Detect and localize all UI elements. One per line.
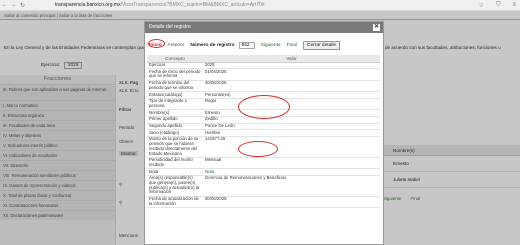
valor-cell: Ponce De León <box>203 123 380 131</box>
next-record-link[interactable]: Siguiente <box>261 43 281 48</box>
forward-icon[interactable]: → <box>9 2 18 8</box>
close-icon[interactable]: ✕ <box>373 24 380 31</box>
col-header-valor: Valor <box>203 55 380 63</box>
annotation-circle <box>238 141 278 157</box>
detail-modal: Detalle del registro ✕ Inicio Anterior N… <box>144 21 384 245</box>
table-row: Fecha de termino del periodo que se info… <box>147 80 380 93</box>
browser-toolbar: ← → ↻ transparencia.banxico.org.mx/Visor… <box>0 0 520 11</box>
valor-cell: Personas(es) <box>203 91 380 99</box>
back-icon[interactable]: ← <box>0 2 9 8</box>
valor-cell: 30/06/2025 <box>203 80 380 93</box>
table-row: Fecha de inicio del periodo que se infor… <box>147 68 380 81</box>
concepto-cell: Fecha de actualización de la información <box>147 196 203 209</box>
concepto-cell: Área(s) responsable(s) que genera(n), po… <box>147 175 203 197</box>
menu-icon[interactable]: ≡ <box>512 2 516 9</box>
modal-title: Detalle del registro <box>145 22 383 33</box>
url-bar[interactable]: transparencia.banxico.org.mx/VisorTransp… <box>55 2 265 8</box>
concepto-cell: Sexo (catálogo) <box>147 129 203 137</box>
concepto-cell: Periodicidad del monto recibido <box>147 157 203 170</box>
shield-icon[interactable]: ⛉ <box>496 2 501 9</box>
valor-cell: 141977.26 <box>203 136 380 158</box>
valor-cell: Regio <box>203 98 380 111</box>
valor-cell: Hombre <box>203 129 380 137</box>
table-row: Nota Nota <box>147 168 380 176</box>
valor-cell: Ernesto <box>203 109 380 117</box>
bookmark-icon[interactable]: ☆ <box>479 2 484 9</box>
table-row: Ejercicio 2025 <box>147 62 380 70</box>
record-number-label: Número de registro <box>190 43 235 48</box>
reload-icon[interactable]: ↻ <box>18 2 27 9</box>
concepto-cell: Ejercicio <box>147 62 203 70</box>
concepto-cell: Primer apellido <box>147 116 203 124</box>
table-row: Sexo (catálogo) Hombre <box>147 129 380 137</box>
concepto-cell: Fecha de inicio del periodo que se infor… <box>147 68 203 81</box>
valor-cell: 30/06/2025 <box>203 196 380 209</box>
nota-link[interactable]: Nota <box>203 168 380 176</box>
detail-table: Concepto Valor Ejercicio 2025 Fecha de in… <box>147 55 380 209</box>
concepto-cell: Monto de la porción de su pensión que se… <box>147 136 203 158</box>
concepto-cell: Estatus(catálogo) <box>147 91 203 99</box>
first-record-link[interactable]: Inicio <box>149 43 162 48</box>
url-path: /VisorTransparencia/?BMXC_sujeto=BM&BMXC… <box>120 2 265 8</box>
table-row: Área(s) responsable(s) que genera(n), po… <box>147 175 380 197</box>
concepto-cell: Nota <box>147 168 203 176</box>
valor-cell: 2025 <box>203 62 380 70</box>
concepto-cell: Segundo apellido <box>147 123 203 131</box>
col-header-concepto: Concepto <box>147 55 203 63</box>
valor-cell: Gerencia de Remuneraciones y Beneficios <box>203 175 380 197</box>
record-navigation: Inicio Anterior Número de registro 652 S… <box>149 41 341 50</box>
concepto-cell: Fecha de termino del periodo que se info… <box>147 80 203 93</box>
last-record-link[interactable]: Final <box>287 43 297 48</box>
url-domain: transparencia.banxico.org.mx <box>55 2 121 8</box>
table-row: Fecha de actualización de la información… <box>147 196 380 209</box>
annotation-circle <box>238 95 290 119</box>
previous-record-link[interactable]: Anterior <box>168 43 185 48</box>
table-row: Segundo apellido Ponce De León <box>147 123 380 131</box>
valor-cell: 01/04/2025 <box>203 68 380 81</box>
close-detail-button[interactable]: Cerrar detalle <box>303 41 341 50</box>
valor-cell: Mensual <box>203 157 380 170</box>
table-row: Periodicidad del monto recibido Mensual <box>147 157 380 170</box>
valor-cell: Zedillo <box>203 116 380 124</box>
record-number-input[interactable]: 652 <box>238 42 255 49</box>
concepto-cell: Tipo de integrante o persona <box>147 98 203 111</box>
concepto-cell: Nombre(s) <box>147 109 203 117</box>
